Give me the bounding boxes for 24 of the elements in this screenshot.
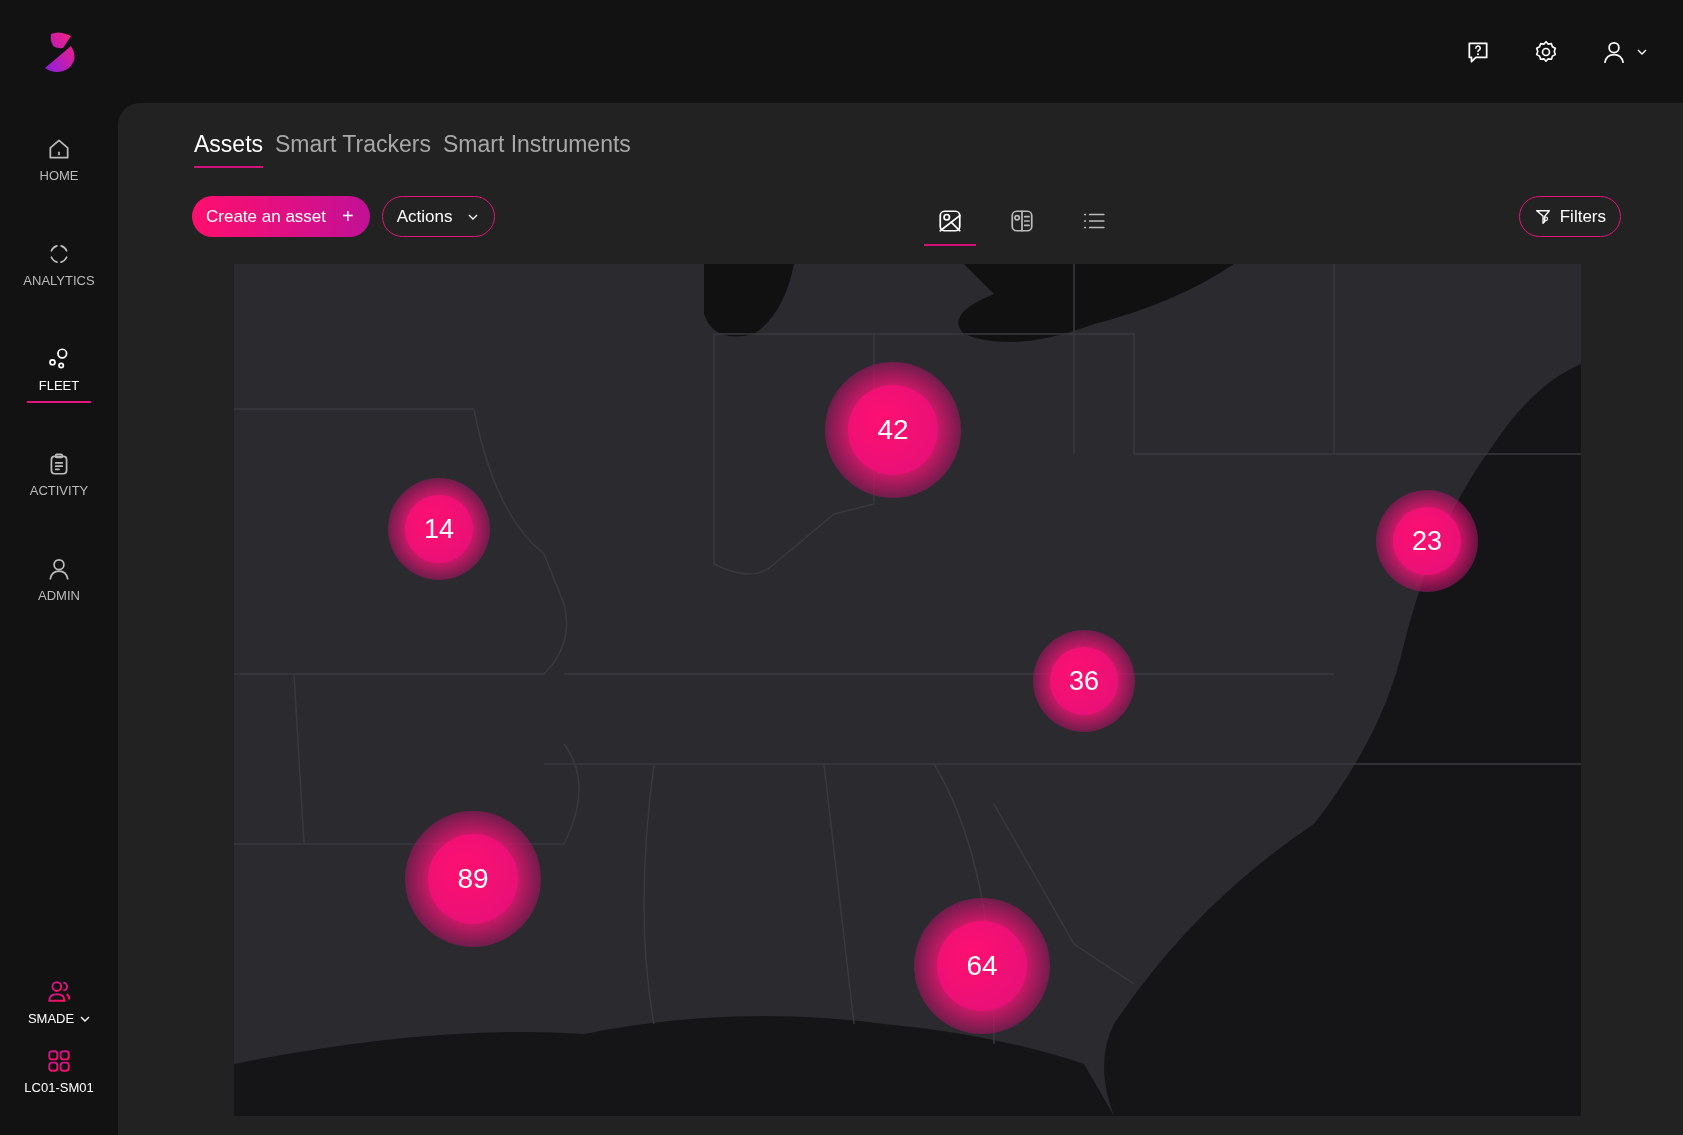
caret-icon (468, 213, 479, 220)
map-view-icon[interactable] (924, 208, 976, 246)
cluster-marker[interactable]: 36 (1033, 630, 1135, 732)
account-switcher[interactable]: SMADE (27, 979, 91, 1026)
cluster-marker[interactable]: 42 (825, 362, 961, 498)
users-icon (46, 979, 72, 1005)
site-switcher[interactable]: LC01-SM01 (24, 1048, 94, 1095)
create-asset-button[interactable]: Create an asset + (192, 196, 370, 237)
sidebar-item[interactable]: FLEET (27, 346, 91, 403)
sidebar-item[interactable]: ACTIVITY (27, 451, 91, 508)
caret-icon[interactable] (1637, 48, 1647, 55)
cluster-marker[interactable]: 23 (1376, 490, 1478, 592)
cluster-marker[interactable]: 89 (405, 811, 541, 947)
grid-icon (46, 1048, 72, 1074)
settings-icon[interactable] (1533, 38, 1559, 65)
tab[interactable]: Assets (194, 131, 264, 168)
sidebar-item[interactable]: HOME (27, 136, 91, 193)
tab[interactable]: Smart Instruments (442, 131, 631, 168)
caret-icon (80, 1015, 91, 1022)
sidebar-item[interactable]: ADMIN (27, 556, 91, 613)
filter-icon (1533, 207, 1552, 226)
tab[interactable]: Smart Trackers (275, 131, 431, 168)
cluster-marker[interactable]: 14 (388, 478, 490, 580)
cluster-marker[interactable]: 64 (914, 898, 1050, 1034)
